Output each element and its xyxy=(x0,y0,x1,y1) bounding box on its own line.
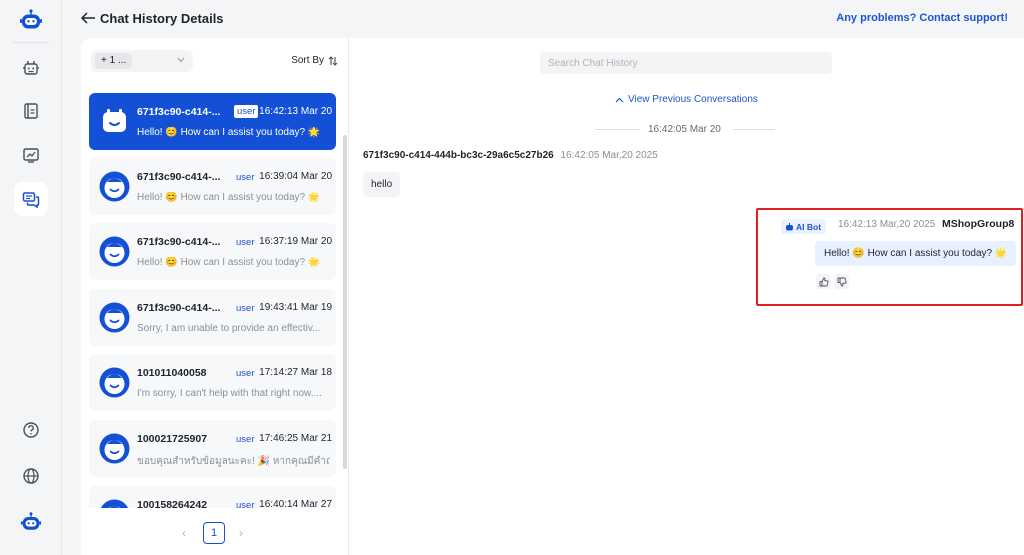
rail-item-help[interactable] xyxy=(14,413,48,447)
role-badge: user xyxy=(236,368,255,379)
robot-logo-icon[interactable] xyxy=(19,8,43,32)
conversation-preview: Hello! 😊 How can I assist you today? 🌟 xyxy=(137,127,321,138)
nav-rail xyxy=(0,0,62,555)
robot-avatar-icon xyxy=(99,433,130,464)
conversation-preview: Hello! 😊 How can I assist you today? 🌟 xyxy=(137,257,321,268)
filter-chip: + 1 ... xyxy=(95,53,133,69)
ai-bot-label: AI Bot xyxy=(796,221,822,232)
page-number-button[interactable]: 1 xyxy=(203,522,225,544)
list-scrollbar[interactable] xyxy=(343,135,347,469)
conversation-time: 16:42:13 Mar 20 xyxy=(259,106,332,117)
contact-support-link[interactable]: Any problems? Contact support! xyxy=(836,12,1008,24)
analytics-chart-icon xyxy=(23,148,39,163)
thumbs-down-icon xyxy=(837,277,846,286)
conversation-id: 671f3c90-c414-... xyxy=(137,171,221,183)
rail-divider xyxy=(12,42,50,43)
conversation-list: 671f3c90-c414-... user 16:42:13 Mar 20 H… xyxy=(89,93,337,508)
rail-item-knowledge[interactable] xyxy=(14,94,48,128)
chevron-down-icon xyxy=(177,57,185,63)
role-badge: user xyxy=(234,105,259,118)
conversation-item[interactable]: 100021725907 user 17:46:25 Mar 21 ขอบคุณ… xyxy=(89,420,336,477)
bot-message-time: 16:42:13 Mar,20 2025 xyxy=(838,219,936,230)
thumbs-up-icon xyxy=(819,277,828,286)
conversation-list-panel: + 1 ... Sort By 671f3c90-c414-... user 1… xyxy=(81,38,349,555)
page-header: Chat History Details Any problems? Conta… xyxy=(62,0,1024,38)
pagination: ‹ 1 › xyxy=(177,522,257,544)
conversation-item[interactable]: 671f3c90-c414-... user 16:42:13 Mar 20 H… xyxy=(89,93,336,150)
rail-item-profile[interactable] xyxy=(14,505,48,539)
robot-icon xyxy=(786,222,793,230)
date-divider: 16:42:05 Mar 20 xyxy=(648,124,721,135)
conversation-time: 17:46:25 Mar 21 xyxy=(259,433,332,444)
bot-message-sender: MShopGroup8 xyxy=(942,218,1015,230)
chevron-up-icon xyxy=(615,97,624,102)
knowledge-book-icon xyxy=(24,103,38,119)
robot-avatar-icon xyxy=(100,499,129,508)
divider-line-right xyxy=(733,129,775,130)
robot-avatar-icon xyxy=(99,171,130,202)
globe-icon xyxy=(23,468,39,484)
search-input[interactable] xyxy=(540,52,832,74)
rail-item-chat-history[interactable] xyxy=(14,182,48,216)
conversation-time: 16:39:04 Mar 20 xyxy=(259,171,332,182)
chat-detail-panel: View Previous Conversations 16:42:05 Mar… xyxy=(349,38,1024,555)
user-message-time: 16:42:05 Mar,20 2025 xyxy=(560,150,658,161)
thumbs-up-button[interactable] xyxy=(816,274,831,289)
user-message-header: 671f3c90-c414-444b-bc3c-29a6c5c27b26 16:… xyxy=(363,150,658,161)
rail-item-bot-config[interactable] xyxy=(14,51,48,85)
rail-item-analytics[interactable] xyxy=(14,138,48,172)
robot-avatar-icon xyxy=(103,109,126,132)
filter-select[interactable]: + 1 ... xyxy=(91,50,193,72)
sort-by-button[interactable]: Sort By xyxy=(291,55,338,66)
conversation-id: 671f3c90-c414-... xyxy=(137,302,221,314)
robot-avatar-icon xyxy=(20,512,42,530)
role-badge: user xyxy=(236,237,255,248)
page-title: Chat History Details xyxy=(100,11,224,26)
conversation-id: 671f3c90-c414-... xyxy=(137,236,221,248)
conversation-item[interactable]: 671f3c90-c414-... user 16:37:19 Mar 20 H… xyxy=(89,223,336,280)
chevron-left-icon[interactable]: ‹ xyxy=(182,527,190,539)
chat-history-icon xyxy=(22,192,40,208)
robot-avatar-icon xyxy=(99,236,130,267)
conversation-time: 17:14:27 Mar 18 xyxy=(259,367,332,378)
role-badge: user xyxy=(236,303,255,314)
help-circle-icon xyxy=(23,422,39,438)
conversation-preview: ขอบคุณสำหรับข้อมูลนะคะ! 🎉 หากคุณมีคำถ... xyxy=(137,456,330,467)
view-previous-button[interactable]: View Previous Conversations xyxy=(615,94,758,105)
sort-label: Sort By xyxy=(291,55,324,66)
user-message-bubble: hello xyxy=(363,172,401,197)
conversation-item[interactable]: 671f3c90-c414-... user 16:39:04 Mar 20 H… xyxy=(89,158,336,215)
conversation-preview: Sorry, I am unable to provide an effecti… xyxy=(137,323,321,334)
back-arrow-icon[interactable] xyxy=(80,11,96,25)
conversation-time: 16:40:14 Mar 27 xyxy=(259,499,332,508)
bot-message-bubble: Hello! 😊 How can I assist you today? 🌟 xyxy=(815,241,1017,266)
conversation-id: 671f3c90-c414-... xyxy=(137,106,221,118)
robot-avatar-icon xyxy=(99,302,130,333)
role-badge: user xyxy=(236,172,255,183)
thumbs-down-button[interactable] xyxy=(834,274,849,289)
conversation-time: 16:37:19 Mar 20 xyxy=(259,236,332,247)
conversation-item[interactable]: 671f3c90-c414-... user 19:43:41 Mar 19 S… xyxy=(89,289,336,346)
robot-avatar-icon xyxy=(99,367,130,398)
conversation-time: 19:43:41 Mar 19 xyxy=(259,302,332,313)
conversation-id: 101011040058 xyxy=(137,367,207,379)
conversation-item[interactable]: 100158264242 user 16:40:14 Mar 27 xyxy=(89,486,336,508)
conversation-preview: Hello! 😊 How can I assist you today? 🌟 xyxy=(137,192,321,203)
ai-bot-tag: AI Bot xyxy=(781,219,827,234)
bot-config-icon xyxy=(23,61,39,75)
conversation-id: 100158264242 xyxy=(137,499,208,508)
conversation-preview: I'm sorry, I can't help with that right … xyxy=(137,388,322,399)
view-previous-label: View Previous Conversations xyxy=(628,94,758,105)
role-badge: user xyxy=(236,500,255,508)
conversation-id: 100021725907 xyxy=(137,433,208,445)
rail-item-language[interactable] xyxy=(14,459,48,493)
role-badge: user xyxy=(236,434,255,445)
conversation-item[interactable]: 101011040058 user 17:14:27 Mar 18 I'm so… xyxy=(89,354,336,411)
sort-icon xyxy=(328,55,338,66)
user-message-sender: 671f3c90-c414-444b-bc3c-29a6c5c27b26 xyxy=(363,150,554,161)
chevron-right-icon[interactable]: › xyxy=(239,527,247,539)
divider-line-left xyxy=(595,129,640,130)
